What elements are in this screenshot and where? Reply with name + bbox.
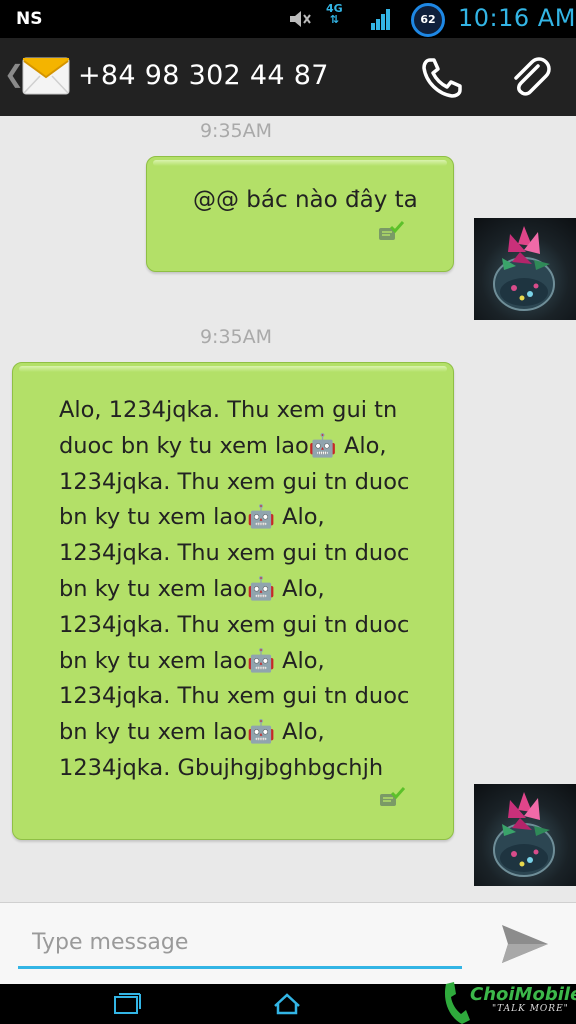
avatar-image: [493, 226, 555, 311]
delivered-check-icon: [380, 787, 405, 806]
navigation-bar: ChoiMobile "TALK MORE": [0, 982, 576, 1024]
message-timestamp: 9:35AM: [199, 326, 273, 348]
send-icon[interactable]: [498, 919, 552, 969]
mute-icon: [290, 11, 311, 27]
message-bubble[interactable]: @@ bác nào đây ta: [146, 156, 454, 272]
message-text: Alo, 1234jqka. Thu xem gui tn duoc bn ky…: [59, 397, 410, 781]
signal-icon: [371, 9, 390, 30]
envelope-icon[interactable]: [22, 52, 70, 98]
delivered-check-icon: [379, 221, 404, 240]
network-indicator: 4G ⇅: [326, 3, 343, 25]
action-bar: ❮ +84 98 302 44 87: [0, 38, 576, 118]
recent-apps-icon[interactable]: [112, 992, 142, 1016]
data-arrows-icon: ⇅: [329, 13, 339, 26]
battery-icon: 62: [411, 3, 445, 37]
avatar[interactable]: [474, 784, 576, 886]
watermark-text: ChoiMobile: [470, 984, 576, 1005]
phone-icon[interactable]: [420, 56, 464, 100]
home-icon[interactable]: [272, 992, 302, 1016]
paperclip-icon[interactable]: [508, 54, 554, 100]
contact-number: +84 98 302 44 87: [78, 60, 329, 91]
avatar-image: [493, 792, 555, 877]
watermark-tagline: "TALK MORE": [492, 1004, 569, 1014]
phone-logo-icon: [444, 982, 470, 1024]
carrier-label: NS: [16, 9, 43, 29]
conversation-list[interactable]: 9:35AM @@ bác nào đây ta 9:35AM Alo, 123…: [0, 116, 576, 902]
clock: 10:16 AM: [458, 4, 576, 32]
message-bubble[interactable]: Alo, 1234jqka. Thu xem gui tn duoc bn ky…: [12, 362, 454, 840]
message-input[interactable]: [18, 919, 462, 969]
avatar[interactable]: [474, 218, 576, 320]
status-bar: NS 4G ⇅ 62 10:16 AM: [0, 0, 576, 38]
watermark-logo: ChoiMobile "TALK MORE": [440, 978, 576, 1024]
message-text: @@ bác nào đây ta: [193, 187, 418, 213]
compose-bar: [0, 902, 576, 985]
message-timestamp: 9:35AM: [199, 120, 273, 142]
battery-level: 62: [420, 13, 436, 26]
